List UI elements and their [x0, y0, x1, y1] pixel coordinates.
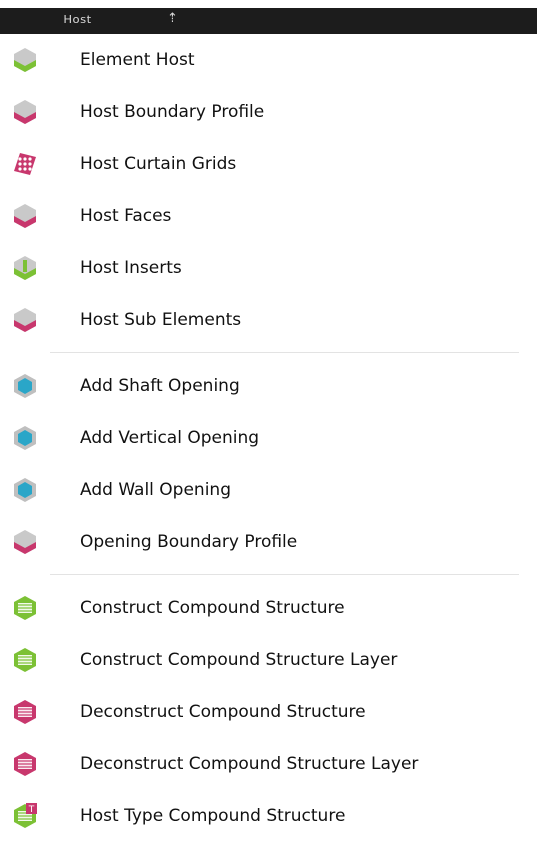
menu-item-label: Add Wall Opening	[80, 480, 231, 500]
element-host-icon	[12, 47, 38, 73]
construct-compound-structure-layer-icon	[12, 647, 38, 673]
menu-item-label: Host Sub Elements	[80, 310, 242, 330]
menu-item-label: Host Inserts	[80, 258, 182, 278]
menu-item-host-curtain-grids[interactable]: Host Curtain Grids	[0, 138, 537, 190]
menu-item-add-wall-opening[interactable]: Add Wall Opening	[0, 464, 537, 516]
host-faces-icon	[12, 203, 38, 229]
menu-item-add-vertical-opening[interactable]: Add Vertical Opening	[0, 412, 537, 464]
menu-item-label: Construct Compound Structure Layer	[80, 650, 398, 670]
add-shaft-opening-icon	[12, 373, 38, 399]
menu-item-label: Add Vertical Opening	[80, 428, 260, 448]
construct-compound-structure-icon	[12, 595, 38, 621]
menu-item-opening-boundary-profile[interactable]: Opening Boundary Profile	[0, 516, 537, 568]
menu-item-label: Add Shaft Opening	[80, 376, 240, 396]
menu-separator	[0, 568, 537, 582]
menu-item-deconstruct-compound-structure[interactable]: Deconstruct Compound Structure	[0, 686, 537, 738]
menu-item-element-host[interactable]: Element Host	[0, 34, 537, 86]
menu-item-host-sub-elements[interactable]: Host Sub Elements	[0, 294, 537, 346]
panel-title: Host	[63, 13, 92, 26]
menu-item-label: Opening Boundary Profile	[80, 532, 298, 552]
menu-item-host-inserts[interactable]: Host Inserts	[0, 242, 537, 294]
menu-item-construct-compound-structure[interactable]: Construct Compound Structure	[0, 582, 537, 634]
menu-separator	[0, 346, 537, 360]
host-inserts-icon	[12, 255, 38, 281]
host-menu-panel: Host ⇡ Element Host Host Boundary Profile…	[0, 0, 537, 852]
svg-text:T: T	[28, 805, 35, 815]
deconstruct-compound-structure-layer-icon	[12, 751, 38, 777]
menu-item-host-faces[interactable]: Host Faces	[0, 190, 537, 242]
menu-item-label: Host Curtain Grids	[80, 154, 237, 174]
menu-item-label: Element Host	[80, 50, 195, 70]
menu-item-construct-compound-structure-layer[interactable]: Construct Compound Structure Layer	[0, 634, 537, 686]
menu-item-deconstruct-compound-structure-layer[interactable]: Deconstruct Compound Structure Layer	[0, 738, 537, 790]
host-curtain-grids-icon	[12, 151, 38, 177]
menu-list: Element Host Host Boundary Profile Host Cu…	[0, 34, 537, 842]
menu-item-label: Deconstruct Compound Structure	[80, 702, 366, 722]
host-sub-elements-icon	[12, 307, 38, 333]
add-vertical-opening-icon	[12, 425, 38, 451]
menu-item-host-type-compound-structure[interactable]: T Host Type Compound Structure	[0, 790, 537, 842]
menu-item-label: Host Faces	[80, 206, 172, 226]
host-boundary-profile-icon	[12, 99, 38, 125]
menu-item-label: Host Boundary Profile	[80, 102, 265, 122]
add-wall-opening-icon	[12, 477, 38, 503]
deconstruct-compound-structure-icon	[12, 699, 38, 725]
menu-item-label: Host Type Compound Structure	[80, 806, 346, 826]
title-bar: Host ⇡	[0, 8, 537, 34]
menu-item-label: Deconstruct Compound Structure Layer	[80, 754, 419, 774]
menu-item-add-shaft-opening[interactable]: Add Shaft Opening	[0, 360, 537, 412]
pin-icon[interactable]: ⇡	[167, 11, 178, 26]
opening-boundary-profile-icon	[12, 529, 38, 555]
host-type-compound-structure-icon: T	[12, 803, 38, 829]
menu-item-label: Construct Compound Structure	[80, 598, 345, 618]
menu-item-host-boundary-profile[interactable]: Host Boundary Profile	[0, 86, 537, 138]
